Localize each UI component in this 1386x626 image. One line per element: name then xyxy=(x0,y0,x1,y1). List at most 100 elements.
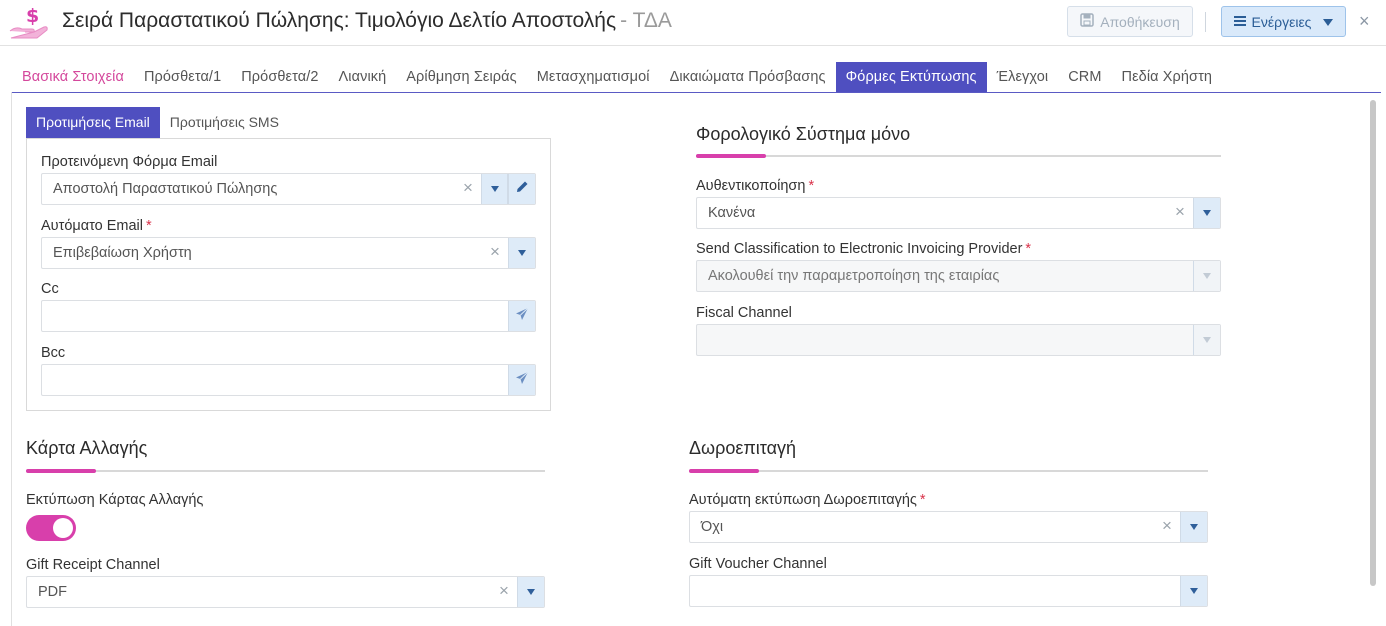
gift-receipt-channel-label: Gift Receipt Channel xyxy=(26,557,160,573)
paper-plane-icon xyxy=(515,371,529,390)
clear-icon[interactable]: × xyxy=(1175,202,1185,222)
section-accent xyxy=(696,154,766,158)
dropdown-button[interactable] xyxy=(1193,198,1220,228)
chevron-down-icon xyxy=(1203,337,1211,343)
clear-icon[interactable]: × xyxy=(490,242,500,262)
print-change-card-toggle[interactable] xyxy=(26,515,76,541)
dropdown-button[interactable] xyxy=(1180,576,1207,606)
auto-email-value: Επιβεβαίωση Χρήστη xyxy=(53,245,192,261)
auto-print-voucher-label: Αυτόματη εκτύπωση Δωροεπιταγής * xyxy=(689,492,926,508)
toggle-knob xyxy=(53,518,73,538)
tab-user-fields[interactable]: Πεδία Χρήστη xyxy=(1112,62,1223,92)
authentication-label-text: Αυθεντικοποίηση xyxy=(696,178,806,194)
page-header: $ Σειρά Παραστατικού Πώλησης: Τιμολόγιο … xyxy=(0,0,1386,46)
chevron-down-icon xyxy=(527,589,535,595)
dropdown-button[interactable] xyxy=(1193,261,1220,291)
preferences-subtabs: Προτιμήσεις Email Προτιμήσεις SMS xyxy=(26,107,289,138)
default-email-form-label: Προτεινόμενη Φόρμα Email xyxy=(41,154,218,170)
bcc-input[interactable] xyxy=(41,364,536,396)
actions-button-label: Ενέργειες xyxy=(1251,13,1312,30)
fiscal-channel-select[interactable] xyxy=(696,324,1221,356)
chevron-down-icon xyxy=(1190,524,1198,530)
tab-extra-2[interactable]: Πρόσθετα/2 xyxy=(231,62,328,92)
dropdown-button[interactable] xyxy=(508,238,535,268)
vertical-scrollbar[interactable] xyxy=(1370,100,1376,586)
cc-label: Cc xyxy=(41,281,59,297)
gift-voucher-title: Δωροεπιταγή xyxy=(689,438,797,458)
auto-print-voucher-select[interactable]: Όχι × xyxy=(689,511,1208,543)
classification-label-text: Send Classification to Electronic Invoic… xyxy=(696,241,1023,257)
chevron-down-icon xyxy=(1203,273,1211,279)
section-divider xyxy=(689,469,1208,473)
edit-button[interactable] xyxy=(508,174,535,204)
gift-voucher-channel-label: Gift Voucher Channel xyxy=(689,556,827,572)
content-border xyxy=(11,92,12,626)
page-title: Σειρά Παραστατικού Πώλησης: Τιμολόγιο Δε… xyxy=(62,9,672,33)
authentication-label: Αυθεντικοποίηση * xyxy=(696,178,814,194)
cc-input[interactable] xyxy=(41,300,536,332)
clear-icon[interactable]: × xyxy=(1162,516,1172,536)
classification-label: Send Classification to Electronic Invoic… xyxy=(696,241,1031,257)
send-button[interactable] xyxy=(508,365,535,395)
dollar-hand-icon: $ xyxy=(8,4,50,42)
default-email-form-select[interactable]: Αποστολή Παραστατικού Πώλησης × xyxy=(41,173,536,205)
authentication-select[interactable]: Κανένα × xyxy=(696,197,1221,229)
fiscal-section-title: Φορολογικό Σύστημα μόνο xyxy=(696,124,911,144)
dropdown-button[interactable] xyxy=(1193,325,1220,355)
required-marker: * xyxy=(808,178,815,194)
tab-print-forms[interactable]: Φόρμες Εκτύπωσης xyxy=(835,62,987,92)
tab-checks[interactable]: Έλεγχοι xyxy=(987,62,1059,92)
tab-transformations[interactable]: Μετασχηματισμοί xyxy=(527,62,660,92)
gift-voucher-channel-select[interactable] xyxy=(689,575,1208,607)
hamburger-icon xyxy=(1233,14,1246,30)
section-divider xyxy=(696,154,1221,158)
svg-text:$: $ xyxy=(26,5,39,27)
paper-plane-icon xyxy=(515,307,529,326)
close-icon[interactable]: × xyxy=(1359,11,1370,32)
tab-access-rights[interactable]: Δικαιώματα Πρόσβασης xyxy=(660,62,836,92)
required-marker: * xyxy=(919,492,926,508)
bcc-label: Bcc xyxy=(41,345,66,361)
auto-print-voucher-value: Όχι xyxy=(701,519,724,535)
tab-crm[interactable]: CRM xyxy=(1058,62,1111,92)
clear-icon[interactable]: × xyxy=(499,581,509,601)
tab-email-preferences[interactable]: Προτιμήσεις Email xyxy=(26,107,160,138)
chevron-down-icon xyxy=(1323,14,1334,30)
authentication-value: Κανένα xyxy=(708,205,756,221)
fiscal-channel-label: Fiscal Channel xyxy=(696,305,792,321)
chevron-down-icon xyxy=(1190,588,1198,594)
auto-email-select[interactable]: Επιβεβαίωση Χρήστη × xyxy=(41,237,536,269)
tab-retail[interactable]: Λιανική xyxy=(329,62,397,92)
print-change-card-label: Εκτύπωση Κάρτας Αλλαγής xyxy=(26,492,204,508)
dropdown-button[interactable] xyxy=(517,577,544,607)
required-marker: * xyxy=(146,218,152,234)
save-button-label: Αποθήκευση xyxy=(1100,13,1180,30)
auto-print-voucher-label-text: Αυτόματη εκτύπωση Δωροεπιταγής xyxy=(689,492,917,508)
tab-series-numbering[interactable]: Αρίθμηση Σειράς xyxy=(396,62,526,92)
section-accent xyxy=(26,469,96,473)
tabs-underline xyxy=(11,92,1381,93)
dropdown-button[interactable] xyxy=(481,174,508,204)
chevron-down-icon xyxy=(490,186,499,192)
dropdown-button[interactable] xyxy=(1180,512,1207,542)
gift-receipt-channel-value: PDF xyxy=(38,584,67,600)
tab-sms-preferences[interactable]: Προτιμήσεις SMS xyxy=(160,107,289,138)
actions-button[interactable]: Ενέργειες xyxy=(1221,6,1346,37)
send-button[interactable] xyxy=(508,301,535,331)
tab-basic-info[interactable]: Βασικά Στοιχεία xyxy=(12,62,134,92)
chevron-down-icon xyxy=(1203,210,1211,216)
chevron-down-icon xyxy=(518,250,526,256)
save-button[interactable]: Αποθήκευση xyxy=(1067,6,1193,37)
gift-receipt-channel-select[interactable]: PDF × xyxy=(26,576,545,608)
classification-value: Ακολουθεί την παραμετροποίηση της εταιρί… xyxy=(708,268,1000,284)
section-accent xyxy=(689,469,759,473)
tab-extra-1[interactable]: Πρόσθετα/1 xyxy=(134,62,231,92)
classification-select[interactable]: Ακολουθεί την παραμετροποίηση της εταιρί… xyxy=(696,260,1221,292)
pencil-icon xyxy=(516,180,529,198)
change-card-title: Κάρτα Αλλαγής xyxy=(26,438,148,458)
main-tabs: Βασικά Στοιχεία Πρόσθετα/1 Πρόσθετα/2 Λι… xyxy=(12,62,1222,92)
auto-email-label: Αυτόματο Email * xyxy=(41,218,152,234)
page-subtitle: - ΤΔΑ xyxy=(620,9,672,32)
clear-icon[interactable]: × xyxy=(463,178,473,198)
page-title-text: Σειρά Παραστατικού Πώλησης: Τιμολόγιο Δε… xyxy=(62,9,617,32)
